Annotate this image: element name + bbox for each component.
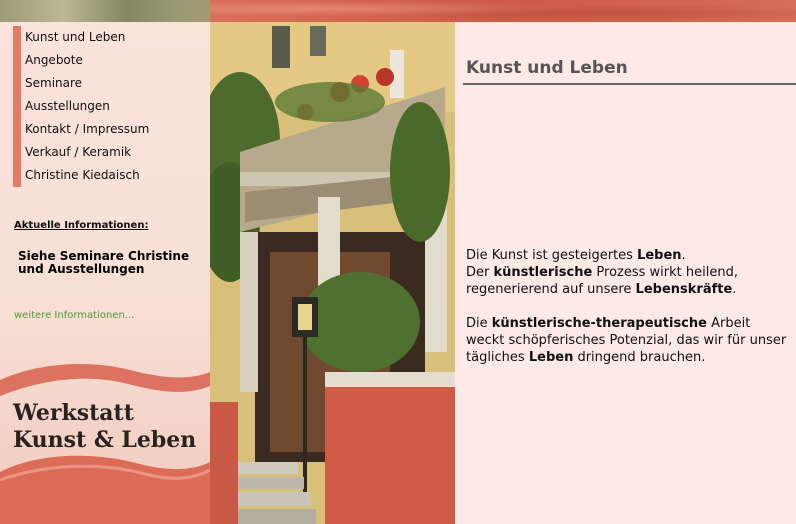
- nav-item-verkauf-keramik[interactable]: Verkauf / Keramik: [13, 141, 208, 164]
- nav-item-kunst-und-leben[interactable]: Kunst und Leben: [13, 26, 208, 49]
- p1-text-a: Die Kunst ist gesteigertes: [466, 248, 638, 263]
- logo-line-2: Kunst & Leben: [13, 427, 197, 453]
- p2-text-a: Die: [466, 316, 492, 331]
- p2-text-e: dringend brauchen.: [573, 350, 706, 365]
- p1-text-h: .: [732, 282, 737, 297]
- info-heading: Aktuelle Informationen:: [14, 220, 149, 231]
- top-banner-photo: [0, 0, 210, 22]
- p1-text-c: .: [681, 248, 686, 263]
- p1-bold-kuenstlerische: künstlerische: [493, 265, 593, 280]
- nav-item-kontakt-impressum[interactable]: Kontakt / Impressum: [13, 118, 208, 141]
- more-info-link[interactable]: weitere Informationen...: [14, 310, 134, 321]
- logo-title: Werkstatt Kunst & Leben: [13, 400, 196, 454]
- paragraph-1: Die Kunst ist gesteigertes Leben. Der kü…: [466, 247, 791, 298]
- sidebar: Kunst und Leben Angebote Seminare Ausste…: [0, 22, 210, 524]
- p1-bold-lebenskraefte: Lebenskräfte: [635, 282, 733, 297]
- main-content: Kunst und Leben Die Kunst ist gesteigert…: [455, 22, 796, 524]
- p1-text-d: Der: [466, 265, 494, 280]
- house-balcony-photo: [210, 22, 455, 524]
- page-title: Kunst und Leben: [466, 58, 628, 78]
- body-text: Die Kunst ist gesteigertes Leben. Der kü…: [466, 247, 791, 383]
- photo-illustration: [210, 22, 455, 524]
- nav-item-ausstellungen[interactable]: Ausstellungen: [13, 95, 208, 118]
- paragraph-2: Die künstlerische-therapeutische Arbeit …: [466, 315, 791, 366]
- p1-bold-leben: Leben: [637, 248, 682, 263]
- logo-line-1: Werkstatt: [13, 400, 134, 426]
- title-divider: [463, 83, 796, 85]
- p2-bold-leben: Leben: [528, 350, 574, 365]
- top-banner: [0, 0, 796, 22]
- main-nav: Kunst und Leben Angebote Seminare Ausste…: [13, 26, 208, 187]
- nav-item-seminare[interactable]: Seminare: [13, 72, 208, 95]
- nav-item-angebote[interactable]: Angebote: [13, 49, 208, 72]
- p2-bold-therapeutische: künstlerische-therapeutische: [491, 316, 707, 331]
- top-banner-texture: [210, 0, 796, 22]
- nav-item-christine-kiedaisch[interactable]: Christine Kiedaisch: [13, 164, 208, 187]
- info-link[interactable]: Siehe Seminare Christine und Ausstellung…: [18, 250, 208, 276]
